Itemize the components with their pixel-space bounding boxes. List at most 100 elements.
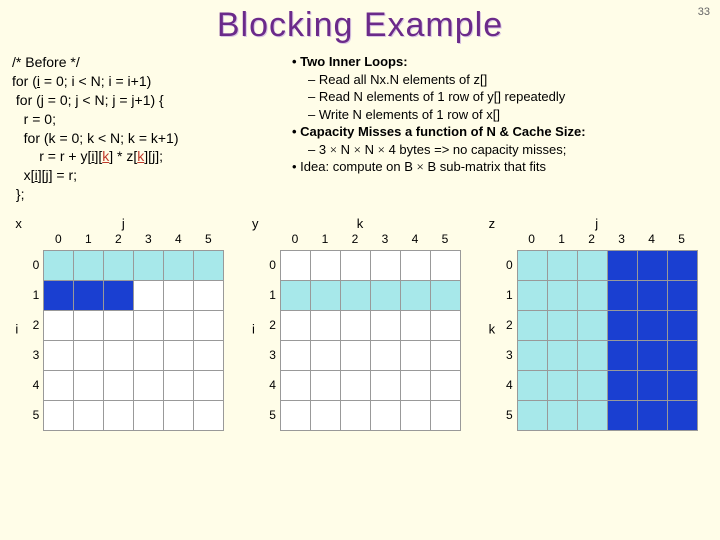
grid-cell (44, 401, 74, 431)
grid-cell (164, 251, 194, 281)
grid-row-header: 0 (264, 250, 276, 280)
grid-cell (517, 311, 547, 341)
grid-cell (104, 341, 134, 371)
grid-cell (547, 401, 577, 431)
grid-col-header: 3 (133, 232, 163, 246)
grid-cell (637, 401, 667, 431)
grid-cell (577, 311, 607, 341)
grid-cell (667, 251, 697, 281)
grid-cell (637, 281, 667, 311)
grid-cell (280, 371, 310, 401)
slide-title: Blocking Example (0, 0, 720, 45)
grid-left-axis: i (15, 322, 18, 337)
code-l4: r = 0; (12, 111, 56, 127)
grid-row-header: 5 (264, 400, 276, 430)
grid-cell (637, 341, 667, 371)
grid-cell (194, 311, 224, 341)
times-icon: × (330, 142, 337, 157)
grid-cell (577, 281, 607, 311)
grid-cell (310, 401, 340, 431)
grid-table (517, 250, 698, 431)
grid-row: xji012345012345 yki012345012345 zjk01234… (0, 208, 720, 444)
grid-cell (607, 401, 637, 431)
grid-row-header: 1 (501, 280, 513, 310)
grid-row-header: 2 (501, 310, 513, 340)
bullet-2a-mid1: N (337, 142, 354, 157)
grid-cell (517, 251, 547, 281)
grid-col-header: 2 (577, 232, 607, 246)
grid-cell (667, 341, 697, 371)
grid-cell (194, 251, 224, 281)
grid-cell (164, 311, 194, 341)
grid-cell (134, 371, 164, 401)
grid-col-header: 5 (667, 232, 697, 246)
grid-row-header: 2 (27, 310, 39, 340)
grid-col-header: 2 (340, 232, 370, 246)
grid-cell (400, 341, 430, 371)
code-l2c: = 0; i < N; i = i+1) (40, 73, 151, 89)
grid-cell (44, 371, 74, 401)
grid-cell (577, 371, 607, 401)
grid-cell (340, 251, 370, 281)
code-l5: for (k = 0; k < N; k = k+1) (12, 130, 179, 146)
grid-cell (104, 311, 134, 341)
content-row: /* Before */ for (i = 0; i < N; i = i+1)… (0, 45, 720, 208)
grid-cell (310, 281, 340, 311)
grid-top-axis: j (122, 216, 125, 231)
grid-corner-label: z (489, 216, 496, 231)
grid-cell (607, 251, 637, 281)
grid-row-headers: 012345 (27, 250, 39, 430)
grid-col-header: 1 (547, 232, 577, 246)
grid-row-header: 1 (27, 280, 39, 310)
grid-top-axis: k (357, 216, 364, 231)
grid-cell (104, 281, 134, 311)
grid-col-header: 0 (517, 232, 547, 246)
code-l6g: ][ (144, 148, 152, 164)
grid-cell (74, 341, 104, 371)
grid-cell (607, 341, 637, 371)
grid-col-header: 1 (310, 232, 340, 246)
grid-cell (280, 281, 310, 311)
grid-row-header: 0 (27, 250, 39, 280)
grid-cell (400, 401, 430, 431)
grid-cell (44, 251, 74, 281)
page-number: 33 (698, 6, 710, 18)
grid-x: xji012345012345 (13, 214, 233, 444)
bullet-3: Idea: compute on B × B sub-matrix that f… (304, 158, 714, 176)
grid-left-axis: i (252, 322, 255, 337)
grid-cell (547, 371, 577, 401)
grid-col-header: 5 (430, 232, 460, 246)
grid-cell (517, 281, 547, 311)
grid-cell (44, 311, 74, 341)
times-icon: × (354, 142, 361, 157)
grid-row-header: 3 (501, 340, 513, 370)
grid-col-header: 0 (280, 232, 310, 246)
grid-cell (280, 401, 310, 431)
grid-cell (607, 311, 637, 341)
grid-cell (577, 251, 607, 281)
grid-row-header: 0 (501, 250, 513, 280)
grid-cell (430, 281, 460, 311)
grid-cell (430, 311, 460, 341)
grid-cell (280, 311, 310, 341)
grid-cell (134, 341, 164, 371)
grid-cell (637, 251, 667, 281)
grid-cell (194, 341, 224, 371)
grid-cell (637, 311, 667, 341)
code-l6i: ]; (155, 148, 163, 164)
grid-cell (370, 401, 400, 431)
grid-y: yki012345012345 (250, 214, 470, 444)
bullet-block: Two Inner Loops: Read all Nx.N elements … (292, 53, 714, 204)
grid-row-header: 1 (264, 280, 276, 310)
grid-row-header: 3 (264, 340, 276, 370)
grid-cell (44, 281, 74, 311)
grid-cell (370, 311, 400, 341)
grid-cell (340, 341, 370, 371)
grid-cell (577, 341, 607, 371)
grid-cell (547, 251, 577, 281)
grid-cell (400, 311, 430, 341)
bullet-2: Capacity Misses a function of N & Cache … (304, 123, 714, 141)
grid-cell (577, 401, 607, 431)
grid-cell (340, 371, 370, 401)
bullet-2a-mid2: N (361, 142, 378, 157)
